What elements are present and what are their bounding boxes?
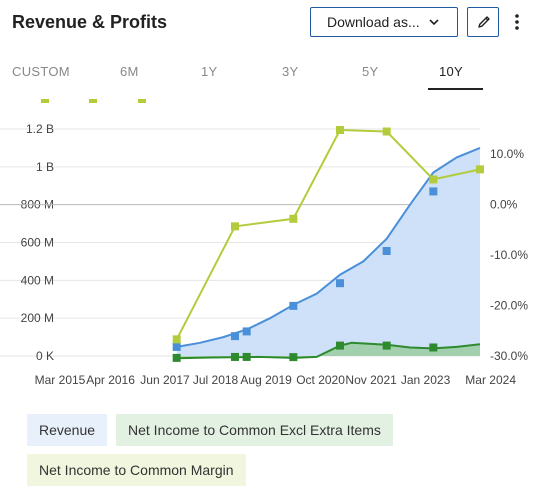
y-left-tick-label: 0 K (36, 349, 54, 363)
legend-chip-margin[interactable]: Net Income to Common Margin (27, 454, 246, 486)
net-income-marker (231, 352, 239, 361)
revenue-marker (429, 187, 438, 196)
y-left-tick-label: 200 M (21, 311, 54, 325)
margin-marker (172, 335, 181, 344)
margin-marker (336, 126, 344, 135)
time-range-tabs: CUSTOM 6M 1Y 3Y 5Y 10Y (0, 58, 535, 92)
y-right-tick-label: -10.0% (490, 248, 528, 262)
net-income-marker (382, 341, 391, 350)
legend-chip-revenue[interactable]: Revenue (27, 414, 108, 446)
y-right-tick-label: 10.0% (490, 147, 524, 161)
header: Revenue & Profits Download as... (0, 0, 535, 52)
tab-10y[interactable]: 10Y (439, 64, 463, 79)
legend-swatch (89, 99, 97, 103)
net-income-marker (429, 343, 438, 352)
y-left-tick-label: 600 M (21, 236, 54, 250)
edit-button[interactable] (467, 7, 499, 37)
tab-custom[interactable]: CUSTOM (12, 64, 70, 79)
net-income-marker (172, 353, 181, 362)
legend-swatch (138, 99, 146, 103)
tab-3y[interactable]: 3Y (282, 64, 299, 79)
tab-6m[interactable]: 6M (120, 64, 139, 79)
x-tick-label: Jun 2017 (140, 373, 190, 387)
y-left-tick-label: 1.2 B (26, 122, 54, 136)
revenue-marker (242, 327, 251, 336)
margin-marker (476, 165, 484, 174)
pencil-icon (478, 16, 490, 28)
margin-marker (231, 222, 239, 231)
x-tick-label: Oct 2020 (296, 373, 345, 387)
net-income-marker (336, 341, 344, 350)
revenue-profits-chart: 0 K200 M400 M600 M800 M1 B1.2 B-30.0%-20… (0, 99, 528, 387)
revenue-marker (336, 279, 344, 288)
margin-marker (429, 175, 438, 184)
download-button-label: Download as... (327, 14, 420, 30)
x-tick-label: Mar 2024 (465, 373, 516, 387)
tab-5y[interactable]: 5Y (362, 64, 379, 79)
revenue-marker (231, 332, 239, 341)
more-vertical-icon (515, 14, 519, 30)
legend-chip-net-income[interactable]: Net Income to Common Excl Extra Items (116, 414, 393, 446)
more-options-button[interactable] (509, 10, 525, 34)
legend-swatch (41, 99, 49, 103)
y-right-tick-label: 0.0% (490, 198, 518, 212)
margin-marker (382, 127, 391, 136)
y-right-tick-label: -30.0% (490, 349, 528, 363)
net-income-marker (242, 352, 251, 361)
x-tick-label: Nov 2021 (345, 373, 397, 387)
x-tick-label: Jan 2023 (401, 373, 451, 387)
y-right-tick-label: -20.0% (490, 299, 528, 313)
y-left-tick-label: 1 B (36, 160, 54, 174)
margin-marker (289, 214, 298, 223)
x-tick-label: Aug 2019 (240, 373, 292, 387)
x-tick-label: Apr 2016 (86, 373, 135, 387)
download-button[interactable]: Download as... (310, 7, 458, 37)
active-tab-indicator (428, 88, 483, 90)
x-tick-label: Mar 2015 (35, 373, 86, 387)
tab-1y[interactable]: 1Y (201, 64, 218, 79)
page-title: Revenue & Profits (12, 12, 168, 32)
revenue-marker (382, 247, 391, 256)
chevron-down-icon (429, 19, 439, 26)
net-income-marker (289, 353, 298, 362)
y-left-tick-label: 400 M (21, 273, 54, 287)
revenue-marker (289, 301, 298, 310)
x-tick-label: Jul 2018 (193, 373, 239, 387)
revenue-marker (172, 342, 181, 351)
